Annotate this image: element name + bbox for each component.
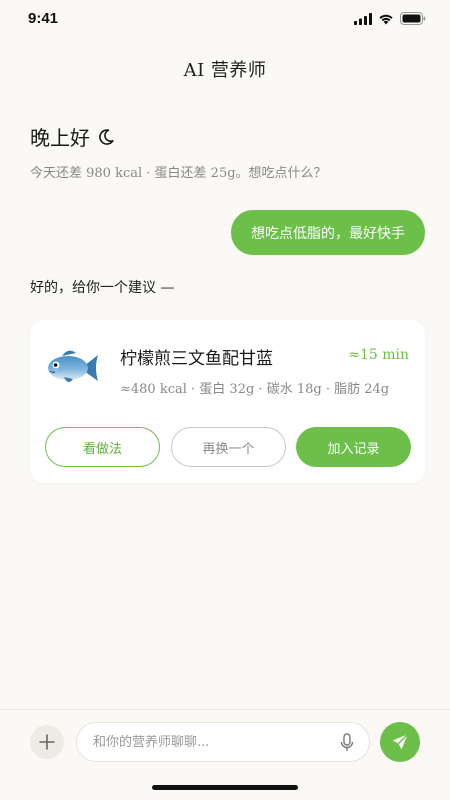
swap-suggestion-button[interactable]: 再换一个 [171, 427, 286, 467]
composer-divider [0, 709, 450, 710]
add-to-log-button[interactable]: 加入记录 [296, 427, 411, 467]
send-icon [392, 734, 408, 750]
dish-macros: ≈480 kcal · 蛋白 32g · 碳水 18g · 脂肪 24g [120, 382, 390, 397]
ai-message: 好的，给你一个建议 — [30, 280, 175, 296]
greeting-text: 晚上好 [30, 126, 90, 150]
chat-input[interactable] [93, 734, 333, 750]
status-bar: 9:41 [0, 0, 450, 38]
page-title: AI 营养师 [183, 60, 267, 81]
status-time: 9:41 [28, 10, 59, 27]
daily-summary: 今天还差 980 kcal · 蛋白还差 25g。想吃点什么？ [30, 166, 327, 181]
dish-name: 柠檬煎三文鱼配甘蓝 [120, 349, 273, 369]
moon-icon [99, 128, 114, 145]
greeting: 晚上好 [30, 122, 116, 151]
wifi-icon [379, 14, 393, 24]
view-recipe-button[interactable]: 看做法 [45, 427, 160, 467]
microphone-icon[interactable] [339, 733, 355, 753]
prep-time: ≈15 min [348, 347, 409, 363]
battery-icon [400, 12, 426, 25]
chat-input-container [76, 722, 370, 762]
user-message-bubble: 想吃点低脂的，最好快手 [231, 210, 425, 255]
home-indicator [152, 785, 298, 790]
status-icons [354, 12, 426, 25]
plus-icon [39, 734, 55, 750]
send-button[interactable] [380, 722, 420, 762]
signal-icon [354, 12, 372, 25]
fish-icon [48, 350, 98, 383]
meal-suggestion-card: 柠檬煎三文鱼配甘蓝 ≈15 min ≈480 kcal · 蛋白 32g · 碳… [30, 320, 425, 483]
add-attachment-button[interactable] [30, 725, 64, 759]
